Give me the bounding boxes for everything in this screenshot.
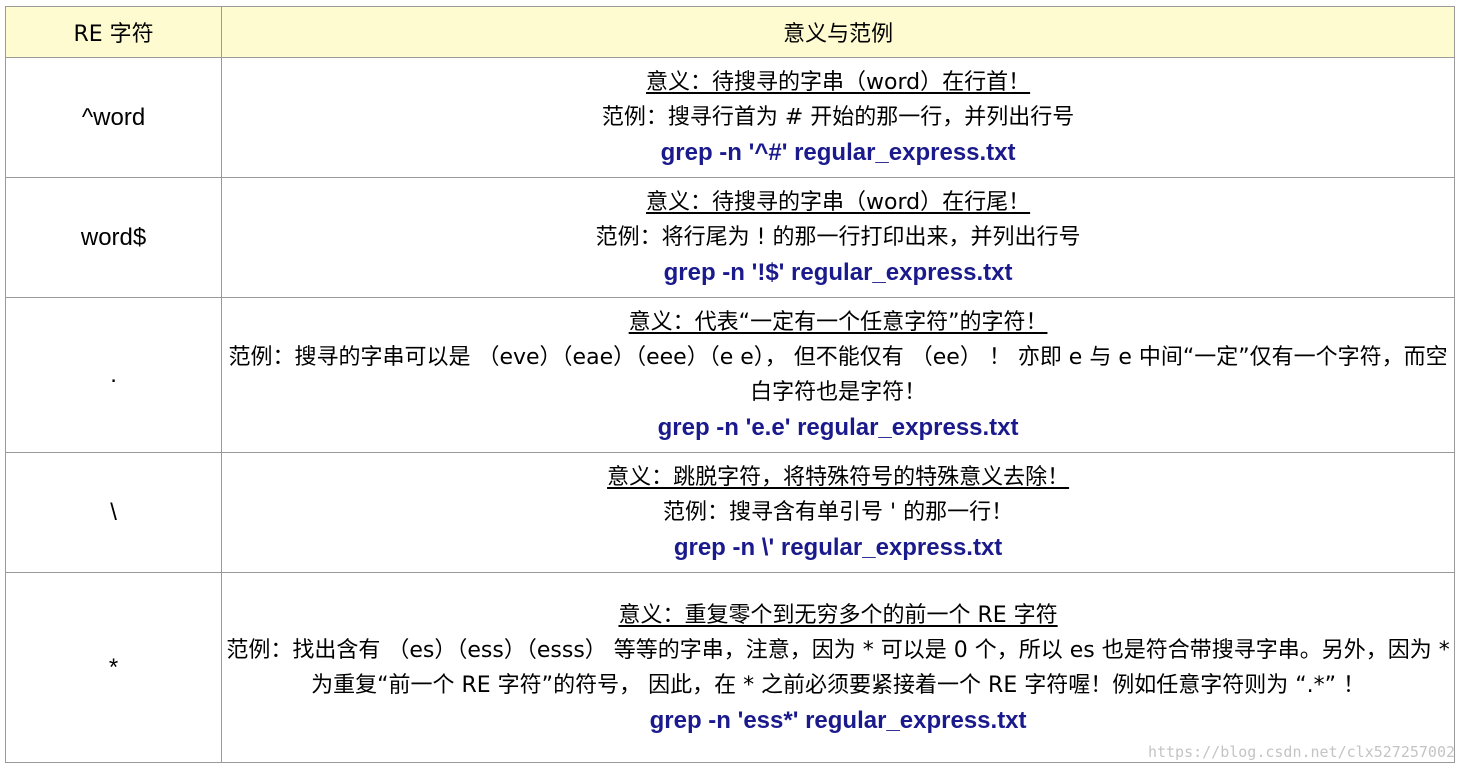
- meaning-text: 意义：重复零个到无穷多个的前一个 RE 字符: [618, 602, 1058, 628]
- command-text: grep -n '^#' regular_express.txt: [660, 139, 1016, 166]
- meaning-text: 意义：代表“一定有一个任意字符”的字符！: [628, 310, 1048, 335]
- table-row: word$ 意义：待搜寻的字串（word）在行尾！ 范例：将行尾为 ! 的那一行…: [4, 177, 1455, 298]
- table-row: \ 意义：跳脱字符，将特殊符号的特殊意义去除！ 范例：搜寻含有单引号 ' 的那一…: [4, 452, 1455, 573]
- watermark-url: https://blog.csdn.net/clx527257002: [1147, 743, 1455, 761]
- table-row: ^word 意义：待搜寻的字串（word）在行首！ 范例：搜寻行首为 # 开始的…: [4, 57, 1455, 178]
- example-text: 范例：找出含有 （es）（ess）（esss） 等等的字串，注意，因为 * 可以…: [226, 637, 1450, 698]
- description-cell: 意义：重复零个到无穷多个的前一个 RE 字符 范例：找出含有 （es）（ess）…: [221, 572, 1455, 763]
- re-char-cell: word$: [4, 177, 223, 298]
- table-row: . 意义：代表“一定有一个任意字符”的字符！ 范例：搜寻的字串可以是 （eve）…: [4, 297, 1455, 453]
- header-re-char: RE 字符: [4, 6, 223, 58]
- description-cell: 意义：跳脱字符，将特殊符号的特殊意义去除！ 范例：搜寻含有单引号 ' 的那一行！…: [221, 452, 1455, 573]
- meaning-text: 意义：待搜寻的字串（word）在行首！: [646, 70, 1031, 95]
- regex-table: RE 字符 意义与范例 ^word 意义：待搜寻的字串（word）在行首！ 范例…: [4, 6, 1455, 763]
- command-text: grep -n \' regular_express.txt: [673, 534, 1003, 561]
- description-cell: 意义：待搜寻的字串（word）在行尾！ 范例：将行尾为 ! 的那一行打印出来，并…: [221, 177, 1455, 298]
- re-char-cell: .: [4, 297, 223, 453]
- command-text: grep -n 'ess*' regular_express.txt: [649, 706, 1027, 734]
- example-text: 范例：搜寻含有单引号 ' 的那一行！: [663, 500, 1014, 525]
- description-cell: 意义：代表“一定有一个任意字符”的字符！ 范例：搜寻的字串可以是 （eve）（e…: [221, 297, 1455, 453]
- description-cell: 意义：待搜寻的字串（word）在行首！ 范例：搜寻行首为 # 开始的那一行，并列…: [221, 57, 1455, 178]
- example-text: 范例：将行尾为 ! 的那一行打印出来，并列出行号: [595, 225, 1081, 250]
- example-text: 范例：搜寻的字串可以是 （eve）（eae）（eee）（e e）， 但不能仅有 …: [228, 345, 1448, 405]
- header-meaning-example: 意义与范例: [221, 6, 1455, 58]
- re-char-cell: ^word: [4, 57, 223, 178]
- meaning-text: 意义：跳脱字符，将特殊符号的特殊意义去除！: [607, 465, 1070, 490]
- table-row: * 意义：重复零个到无穷多个的前一个 RE 字符 范例：找出含有 （es）（es…: [4, 572, 1455, 763]
- example-text: 范例：搜寻行首为 # 开始的那一行，并列出行号: [601, 105, 1075, 130]
- command-text: grep -n '!$' regular_express.txt: [663, 259, 1013, 286]
- command-text: grep -n 'e.e' regular_express.txt: [657, 414, 1019, 441]
- table-header-row: RE 字符 意义与范例: [4, 6, 1455, 58]
- re-char-cell: *: [4, 572, 223, 763]
- re-char-cell: \: [4, 452, 223, 573]
- meaning-text: 意义：待搜寻的字串（word）在行尾！: [646, 190, 1031, 215]
